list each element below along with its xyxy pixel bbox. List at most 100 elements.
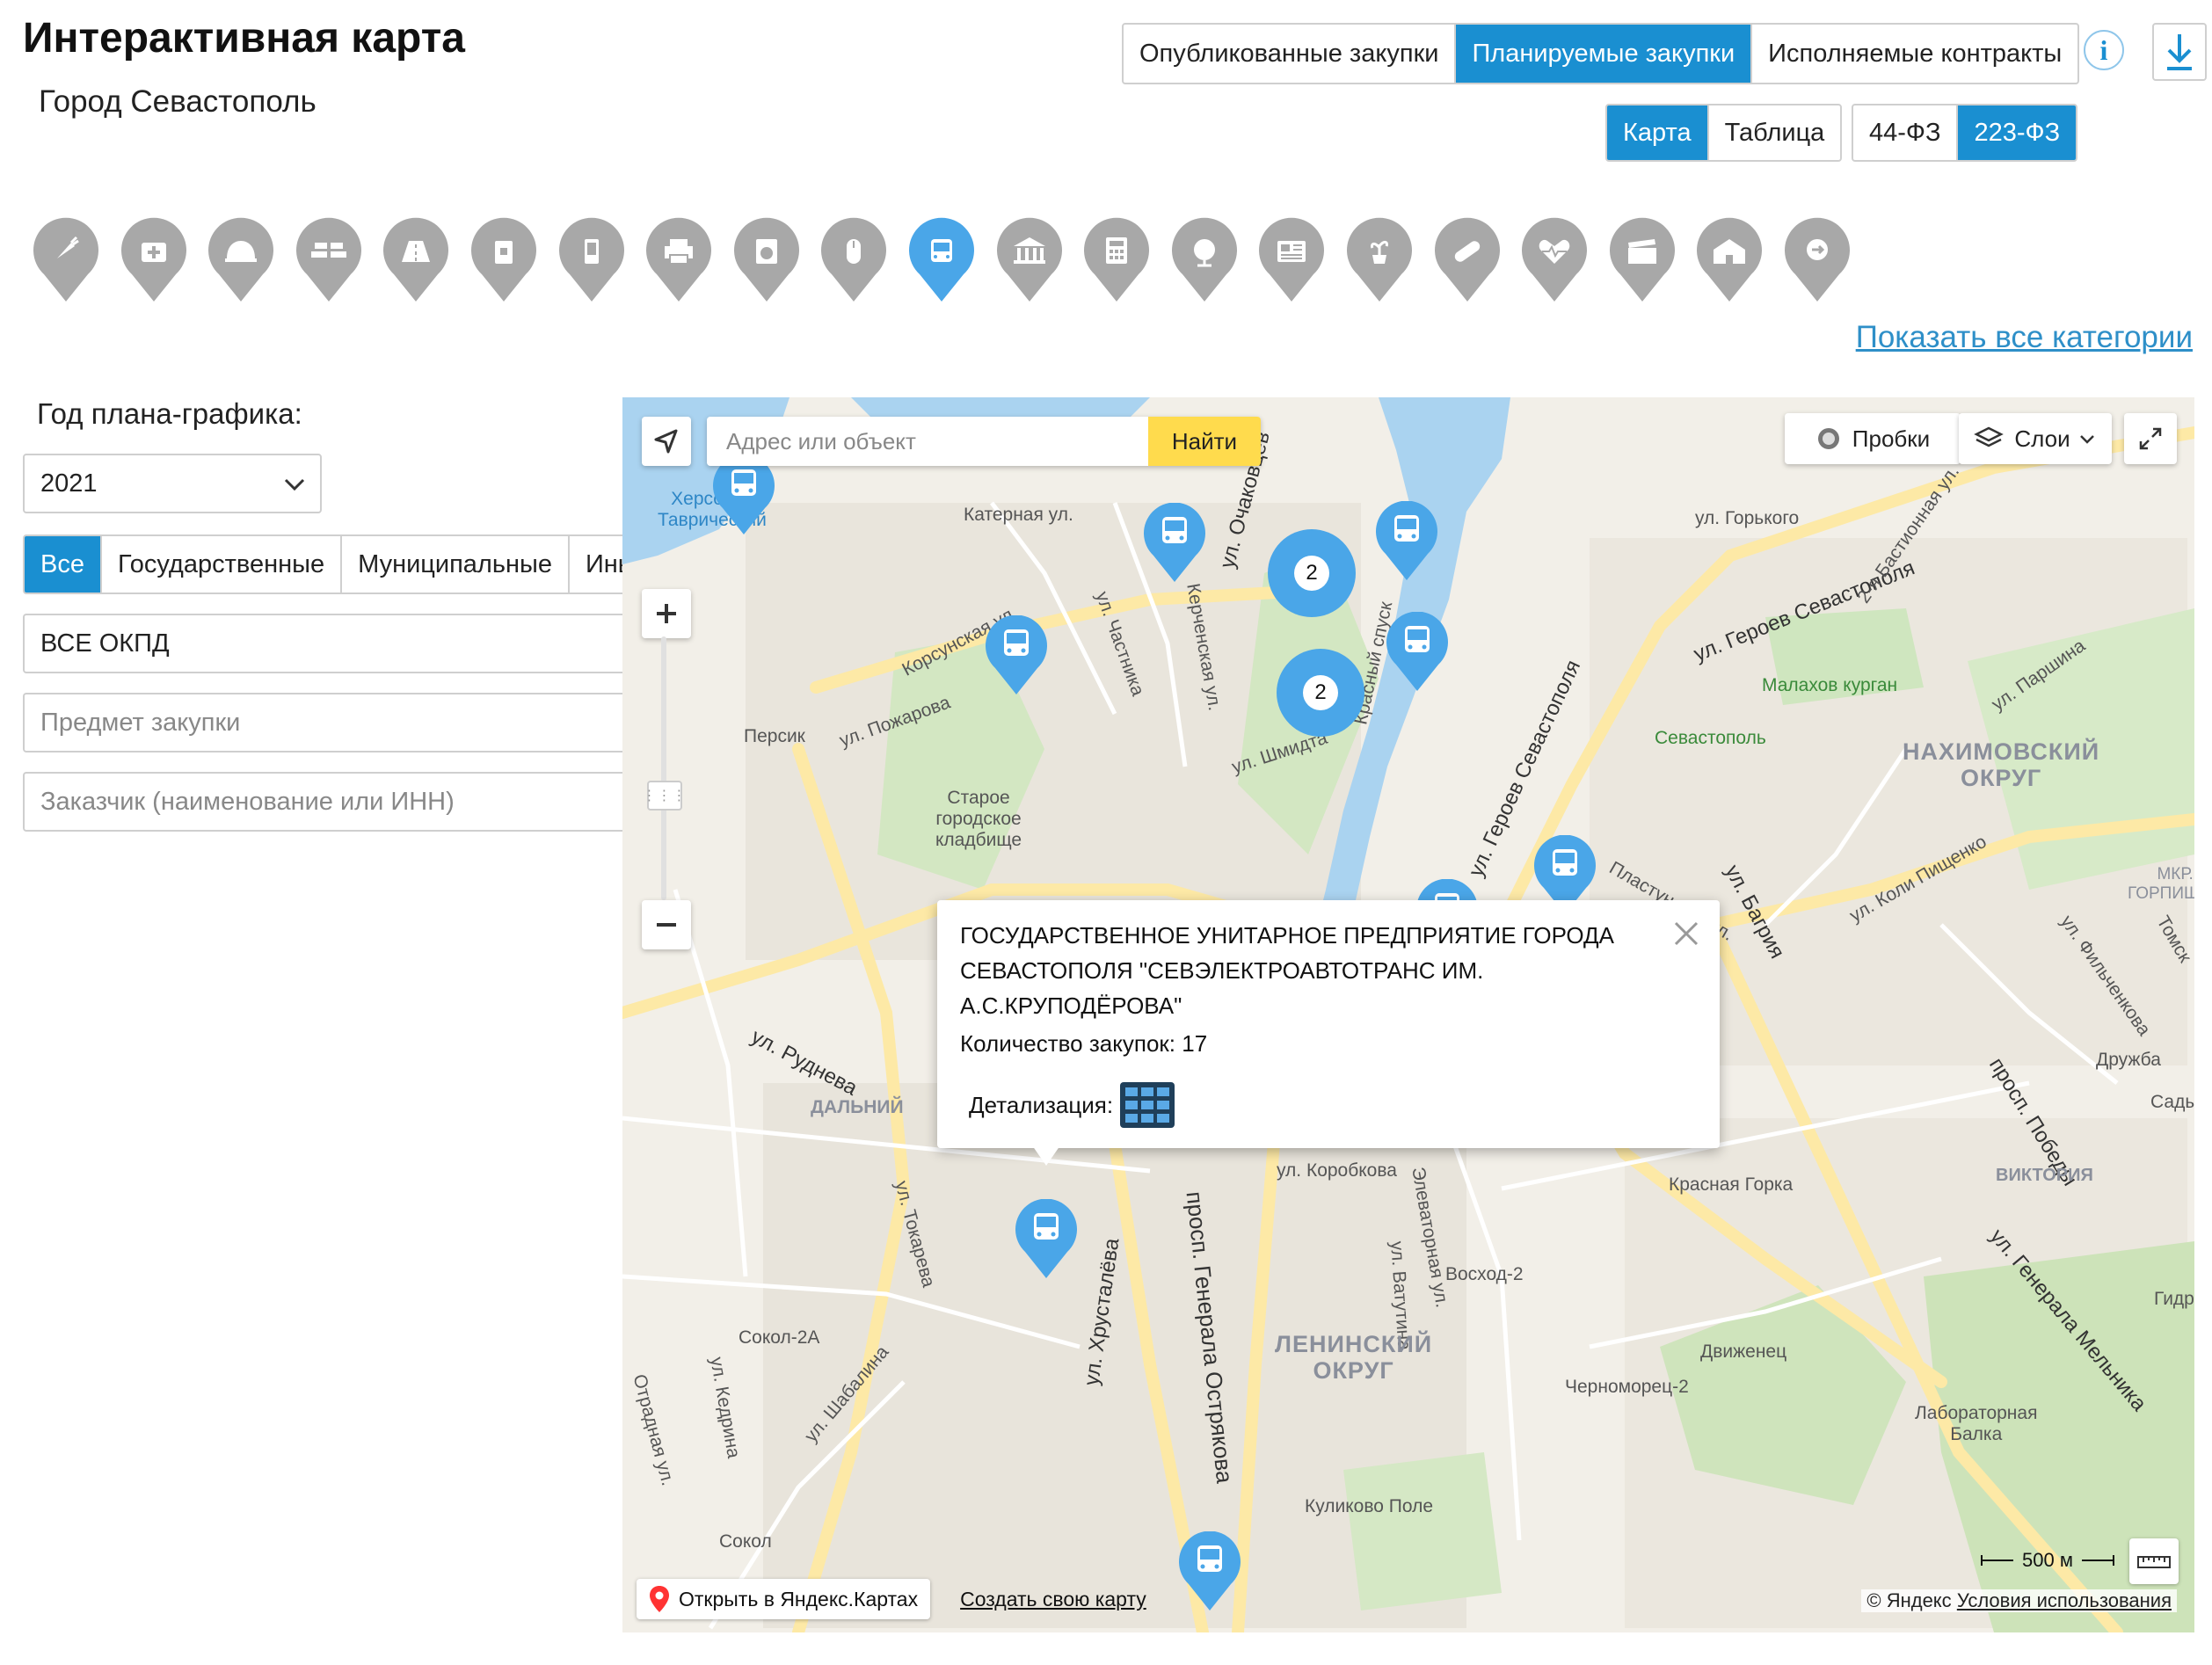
tab-all-owners[interactable]: Все: [25, 536, 102, 593]
fullscreen-button[interactable]: [2124, 413, 2177, 464]
map-search-bar: Найти: [707, 417, 1261, 466]
zoom-slider-handle[interactable]: ⋮⋮⋮: [643, 781, 687, 811]
tab-44fz[interactable]: 44-ФЗ: [1853, 105, 1959, 160]
map-copyright: © Яндекс Условия использования: [1861, 1589, 2177, 1612]
map-label-kulikovo: Куликово Поле: [1305, 1496, 1434, 1516]
view-tabs: Карта Таблица: [1605, 104, 1843, 162]
bus-marker[interactable]: [712, 454, 775, 536]
cluster-marker[interactable]: 2: [1268, 529, 1356, 617]
layers-button[interactable]: Слои: [1959, 413, 2112, 464]
tab-other[interactable]: Иные: [570, 536, 628, 593]
fuel-canister-icon[interactable]: [469, 216, 538, 302]
map-label-druzhba: Дружба: [2096, 1050, 2161, 1070]
map-label-chernomorets: Черноморец-2: [1565, 1377, 1689, 1397]
city-subtitle: Город Севастополь: [39, 84, 317, 119]
download-icon[interactable]: [2152, 23, 2207, 81]
printer-icon[interactable]: [644, 216, 713, 302]
open-in-yandex-label: Открыть в Яндекс.Картах: [679, 1587, 919, 1610]
washing-machine-icon[interactable]: [732, 216, 801, 302]
geolocation-button[interactable]: [642, 417, 691, 466]
carrot-icon[interactable]: [32, 216, 100, 302]
bus-marker[interactable]: [1386, 611, 1449, 693]
newspaper-icon[interactable]: [1257, 216, 1326, 302]
pill-icon[interactable]: [1433, 216, 1502, 302]
cluster-count: 2: [1294, 556, 1329, 591]
map-label-voskhod: Восход-2: [1445, 1264, 1524, 1284]
owner-type-tabs: Все Государственные Муниципальные Иные: [23, 534, 629, 594]
bus-marker[interactable]: [1375, 500, 1438, 582]
customer-input[interactable]: Заказчик (наименование или ИНН): [23, 772, 629, 832]
procurement-type-tabs: Опубликованные закупки Планируемые закуп…: [1122, 23, 2080, 84]
tab-223fz[interactable]: 223-ФЗ: [1958, 105, 2077, 160]
map-label-krasnaya-gorka: Красная Горка: [1669, 1174, 1794, 1195]
map-label-malakhov: Малахов курган: [1762, 675, 1898, 695]
tab-table[interactable]: Таблица: [1709, 105, 1841, 160]
chevron-down-icon: [2079, 435, 2094, 444]
copyright-text: © Яндекс: [1866, 1589, 1952, 1611]
ruler-icon: [2137, 1556, 2171, 1568]
terms-link[interactable]: Условия использования: [1957, 1589, 2172, 1611]
plant-icon[interactable]: [1345, 216, 1414, 302]
phone-icon[interactable]: [557, 216, 626, 302]
bus-marker[interactable]: [985, 614, 1048, 696]
interactive-map[interactable]: Херсонес Таврический Катерная ул. Корсун…: [622, 397, 2194, 1632]
year-label: Год плана-графика:: [37, 397, 302, 430]
bus-marker[interactable]: [1178, 1530, 1241, 1612]
ruler-button[interactable]: [2129, 1538, 2179, 1584]
tab-planned[interactable]: Планируемые закупки: [1456, 25, 1753, 83]
bus-icon[interactable]: [907, 216, 976, 302]
bank-icon[interactable]: [995, 216, 1064, 302]
heart-pulse-icon[interactable]: [1520, 216, 1589, 302]
subject-input[interactable]: Предмет закупки: [23, 693, 629, 753]
signpost-icon[interactable]: [1783, 216, 1852, 302]
zoom-out-button[interactable]: [642, 900, 691, 949]
map-footer: Открыть в Яндекс.Картах Создать свою кар…: [637, 1577, 1146, 1621]
map-scale: 500 м: [1980, 1549, 2115, 1572]
map-label-sokol2: Сокол: [719, 1531, 772, 1552]
house-icon[interactable]: [1695, 216, 1764, 302]
map-label-persik: Персик: [744, 726, 805, 746]
medkit-icon[interactable]: [120, 216, 188, 302]
map-search-input[interactable]: [707, 417, 1148, 466]
bricks-icon[interactable]: [295, 216, 363, 302]
globe-icon[interactable]: [1170, 216, 1239, 302]
cluster-marker[interactable]: 2: [1277, 649, 1364, 737]
plus-icon: [657, 604, 676, 623]
close-icon[interactable]: [1670, 918, 1702, 949]
popup-purchase-count: Количество закупок: 17: [960, 1030, 1208, 1057]
okpd-select[interactable]: ВСЕ ОКПД: [23, 614, 629, 673]
tab-state[interactable]: Государственные: [102, 536, 343, 593]
popup-pointer: [1030, 1143, 1062, 1166]
info-icon[interactable]: i: [2084, 30, 2124, 70]
hardhat-icon[interactable]: [207, 216, 275, 302]
show-all-categories-link[interactable]: Показать все категории: [1856, 320, 2193, 355]
tab-published[interactable]: Опубликованные закупки: [1124, 25, 1457, 83]
map-label-korobkova: ул. Коробкова: [1277, 1160, 1397, 1181]
zoom-in-button[interactable]: [642, 589, 691, 638]
create-map-link[interactable]: Создать свою карту: [960, 1588, 1146, 1611]
open-in-yandex-button[interactable]: Открыть в Яндекс.Картах: [637, 1579, 931, 1619]
tab-map[interactable]: Карта: [1607, 105, 1709, 160]
road-icon[interactable]: [382, 216, 450, 302]
map-find-button[interactable]: Найти: [1148, 417, 1261, 466]
calculator-icon[interactable]: [1082, 216, 1151, 302]
tab-municipal[interactable]: Муниципальные: [342, 536, 570, 593]
tab-contracts[interactable]: Исполняемые контракты: [1752, 25, 2077, 83]
bus-marker[interactable]: [1015, 1198, 1078, 1280]
scale-bar-icon: [2081, 1555, 2114, 1566]
map-label-dvizhenets: Движенец: [1700, 1341, 1787, 1362]
table-grid-icon[interactable]: [1118, 1080, 1176, 1130]
map-label-gorpishchenko: МКР. ГОРПИЩЕН: [2128, 865, 2194, 903]
popup-org-name: ГОСУДАРСТВЕННОЕ УНИТАРНОЕ ПРЕДПРИЯТИЕ ГО…: [960, 922, 1614, 1019]
traffic-button[interactable]: Пробки: [1785, 413, 1961, 464]
cluster-count: 2: [1303, 675, 1338, 710]
scale-bar-icon: [1981, 1555, 2013, 1566]
mouse-icon[interactable]: [819, 216, 888, 302]
layers-icon: [1974, 426, 2005, 447]
year-select[interactable]: 2021: [23, 454, 322, 513]
law-tabs: 44-ФЗ 223-ФЗ: [1852, 104, 2078, 162]
map-label-gidr: Гидр: [2154, 1289, 2194, 1309]
zoom-slider-track[interactable]: [661, 636, 666, 900]
bus-marker[interactable]: [1143, 502, 1206, 584]
film-clapper-icon[interactable]: [1608, 216, 1677, 302]
